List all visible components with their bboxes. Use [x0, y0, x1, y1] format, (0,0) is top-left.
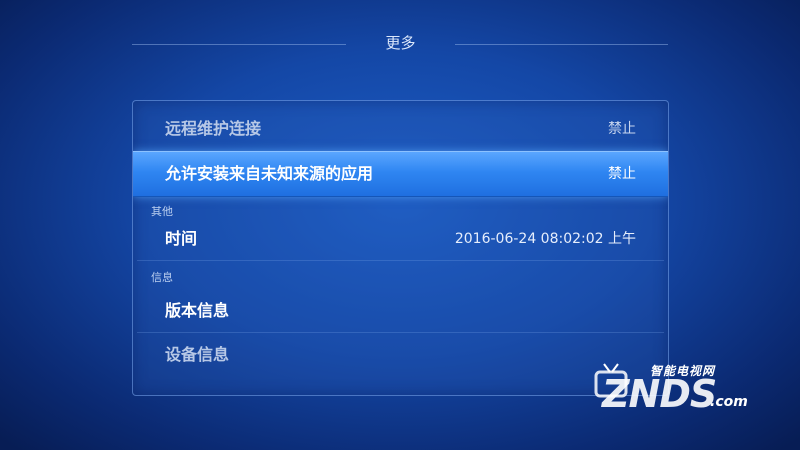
time-row[interactable]: 时间 2016-06-24 08:02:02 上午	[133, 217, 668, 261]
unknown-sources-value: 禁止	[608, 166, 636, 182]
header-divider-right	[455, 44, 668, 45]
watermark-brand: ZNDS	[602, 372, 717, 416]
row-divider	[137, 260, 664, 261]
page-title: 更多	[385, 34, 416, 52]
remote-maintenance-value: 禁止	[608, 121, 636, 137]
remote-maintenance-label: 远程维护连接	[165, 119, 262, 138]
version-info-label: 版本信息	[165, 301, 230, 320]
unknown-sources-label: 允许安装来自未知来源的应用	[165, 164, 374, 183]
device-info-label: 设备信息	[165, 345, 230, 364]
page-header: 更多	[0, 28, 800, 62]
watermark-suffix: .com	[710, 394, 748, 410]
time-value: 2016-06-24 08:02:02 上午	[454, 231, 636, 247]
remote-maintenance-row[interactable]: 远程维护连接 禁止	[133, 107, 668, 151]
section-header-info: 信息	[151, 271, 173, 284]
znds-watermark: 智能电视网 ZNDS .com	[592, 352, 792, 422]
time-label: 时间	[165, 229, 198, 248]
settings-panel: 远程维护连接 禁止 允许安装来自未知来源的应用 禁止 其他 时间 2016-06…	[132, 100, 669, 396]
header-divider-left	[132, 44, 346, 45]
version-info-row[interactable]: 版本信息	[133, 289, 668, 333]
device-info-row[interactable]: 设备信息	[133, 333, 668, 377]
unknown-sources-row[interactable]: 允许安装来自未知来源的应用 禁止	[133, 151, 668, 197]
